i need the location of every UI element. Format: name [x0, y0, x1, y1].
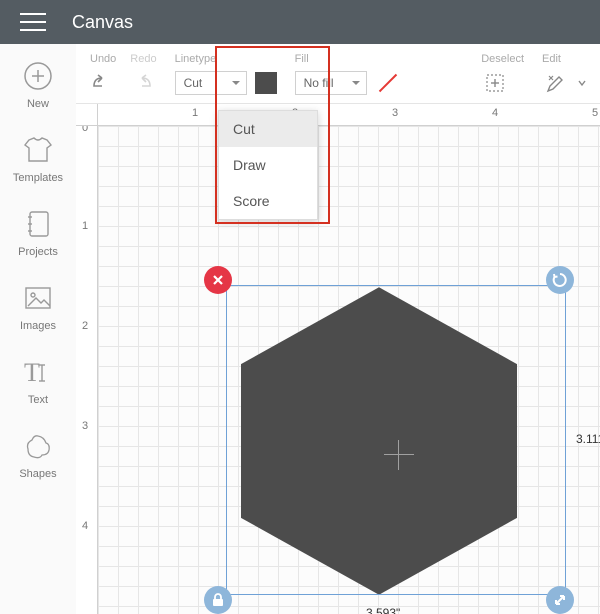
svg-text:T: T: [24, 359, 40, 385]
menu-hamburger[interactable]: [20, 13, 46, 31]
menu-item-score[interactable]: Score: [219, 183, 317, 219]
sidebar-item-text[interactable]: T Text: [22, 356, 54, 406]
image-icon: [22, 282, 54, 314]
ruler-vertical: 0 1 2 3 4: [76, 126, 98, 614]
chevron-down-icon[interactable]: [578, 72, 586, 94]
selection-bounds[interactable]: [226, 285, 566, 595]
sidebar-item-label: Templates: [13, 172, 63, 184]
menu-item-cut[interactable]: Cut: [219, 111, 317, 147]
rotate-handle[interactable]: [546, 266, 574, 294]
fill-none-swatch[interactable]: [375, 72, 397, 94]
undo-label: Undo: [90, 53, 116, 67]
sidebar-item-label: Images: [20, 320, 56, 332]
height-dimension: 3.111": [576, 432, 600, 446]
ruler-corner: [76, 104, 98, 126]
top-toolbar: Undo Redo Linetype Cut: [76, 44, 600, 104]
deselect-label: Deselect: [481, 53, 524, 67]
lock-handle[interactable]: [204, 586, 232, 614]
ruler-horizontal: 1 2 3 4 5: [98, 104, 600, 126]
sidebar-item-images[interactable]: Images: [20, 282, 56, 332]
width-dimension: 3.593": [366, 606, 400, 614]
shapes-icon: [22, 430, 54, 462]
sidebar-item-new[interactable]: New: [22, 60, 54, 110]
menu-item-draw[interactable]: Draw: [219, 147, 317, 183]
fill-dropdown[interactable]: No fill: [295, 71, 367, 95]
linetype-menu: Cut Draw Score: [218, 110, 318, 220]
plus-circle-icon: [22, 60, 54, 92]
tshirt-icon: [22, 134, 54, 166]
edit-label: Edit: [542, 53, 561, 67]
canvas-area[interactable]: 1 2 3 4 5 0 1 2 3 4: [76, 104, 600, 614]
linetype-color-swatch[interactable]: [255, 72, 277, 94]
notebook-icon: [22, 208, 54, 240]
linetype-dropdown[interactable]: Cut: [175, 71, 247, 95]
sidebar-item-label: New: [27, 98, 49, 110]
undo-button[interactable]: [90, 71, 118, 95]
text-icon: T: [22, 356, 54, 388]
sidebar-item-label: Text: [28, 394, 48, 406]
linetype-label: Linetype: [175, 53, 217, 67]
left-sidebar: New Templates Projects Images T Text: [0, 44, 76, 614]
resize-handle[interactable]: [546, 586, 574, 614]
deselect-button[interactable]: [481, 71, 509, 95]
delete-handle[interactable]: [204, 266, 232, 294]
edit-button[interactable]: [542, 71, 570, 95]
sidebar-item-label: Projects: [18, 246, 58, 258]
sidebar-item-templates[interactable]: Templates: [13, 134, 63, 184]
redo-label: Redo: [130, 53, 156, 67]
sidebar-item-shapes[interactable]: Shapes: [19, 430, 56, 480]
sidebar-item-label: Shapes: [19, 468, 56, 480]
page-title: Canvas: [72, 12, 133, 33]
sidebar-item-projects[interactable]: Projects: [18, 208, 58, 258]
redo-button: [126, 71, 154, 95]
fill-label: Fill: [295, 53, 309, 67]
